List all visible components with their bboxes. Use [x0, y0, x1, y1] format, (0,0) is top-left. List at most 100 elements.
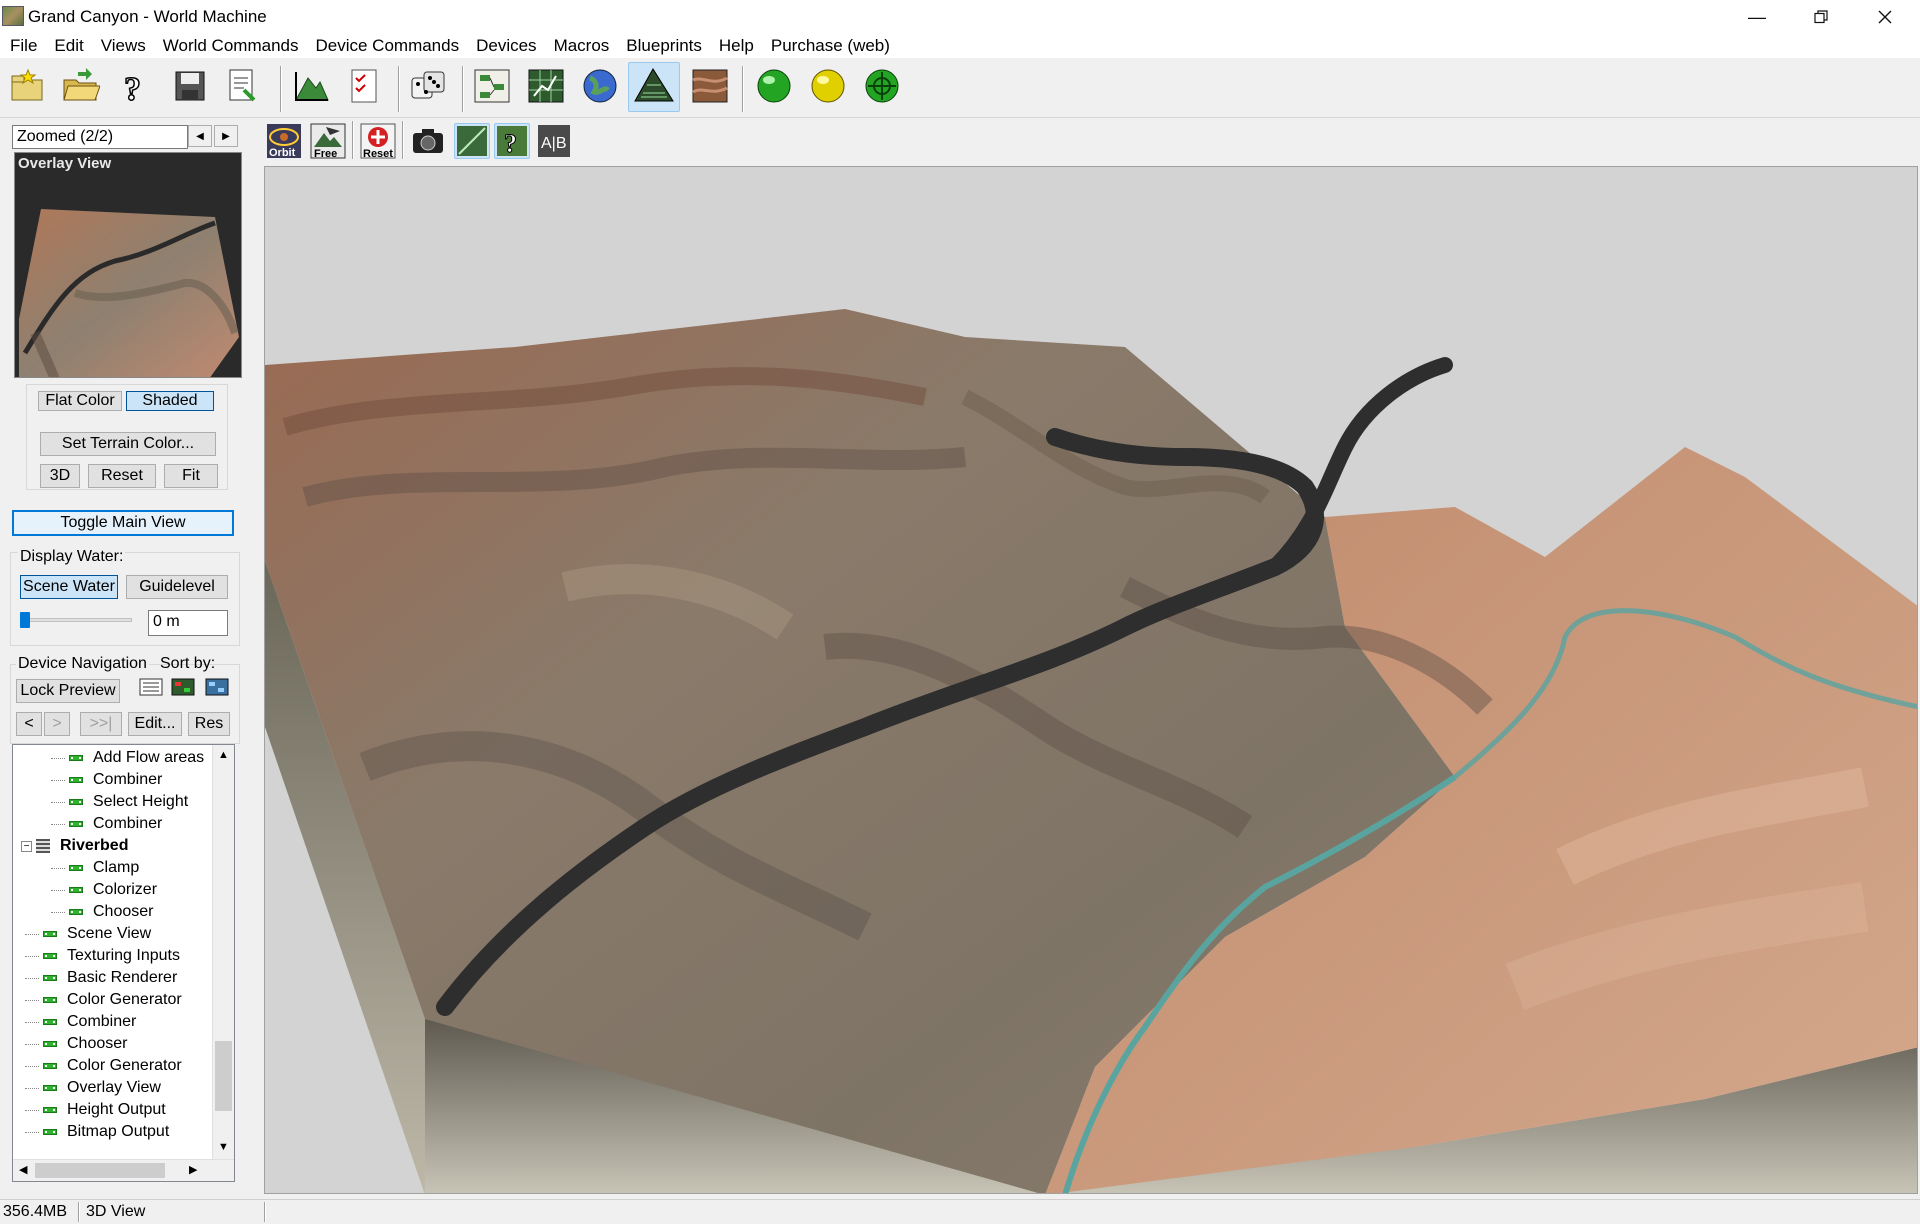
tree-item[interactable]: Scene View — [25, 923, 151, 945]
scroll-down-icon[interactable]: ▼ — [218, 1141, 229, 1153]
fit-button[interactable]: Fit — [164, 464, 218, 488]
globe-icon[interactable] — [580, 66, 620, 106]
menu-edit[interactable]: Edit — [46, 34, 92, 58]
orbit-icon[interactable]: Orbit — [266, 123, 302, 159]
nav-end-button[interactable]: >>| — [80, 712, 122, 736]
next-view-button[interactable]: ▶ — [214, 125, 238, 147]
tree-item[interactable]: Combiner — [51, 769, 162, 791]
tree-item[interactable]: Select Height — [51, 791, 188, 813]
water-level-slider-track[interactable] — [22, 618, 132, 622]
toggle-main-view-button[interactable]: Toggle Main View — [12, 510, 234, 536]
scroll-right-icon[interactable]: ▶ — [189, 1163, 197, 1176]
reset-button[interactable]: Reset — [88, 464, 156, 488]
device-icon — [43, 1085, 57, 1091]
close-button[interactable] — [1854, 0, 1916, 34]
checklist-icon[interactable] — [344, 66, 384, 106]
tree-item[interactable]: Chooser — [51, 901, 153, 923]
tree-item[interactable]: Color Generator — [25, 1055, 182, 1077]
build-green-icon[interactable] — [754, 66, 794, 106]
device-navigation-label: Device Navigation — [16, 655, 149, 673]
nav-forward-button[interactable]: > — [44, 712, 70, 736]
toolbar-separator — [462, 66, 464, 112]
tree-horizontal-scrollbar[interactable]: ◀ ▶ — [13, 1159, 234, 1181]
tree-item[interactable]: Bitmap Output — [25, 1121, 169, 1143]
sort-list-icon[interactable] — [138, 676, 164, 698]
3d-button[interactable]: 3D — [40, 464, 80, 488]
menu-world-commands[interactable]: World Commands — [155, 34, 308, 58]
set-terrain-color-button[interactable]: Set Terrain Color... — [40, 432, 216, 456]
overlay-preview[interactable]: Overlay View — [14, 152, 242, 378]
menu-purchase[interactable]: Purchase (web) — [763, 34, 899, 58]
menu-blueprints[interactable]: Blueprints — [618, 34, 711, 58]
minimize-button[interactable]: — — [1726, 0, 1788, 34]
lock-preview-button[interactable]: Lock Preview — [16, 679, 120, 703]
help-icon[interactable]: ? — [114, 66, 154, 109]
random-seed-icon[interactable] — [408, 66, 448, 106]
overlay-terrain-image — [19, 209, 239, 377]
terrain-build-icon[interactable] — [292, 66, 332, 106]
menu-views[interactable]: Views — [93, 34, 155, 58]
tree-item[interactable]: Basic Renderer — [25, 967, 177, 989]
tree-item[interactable]: Texturing Inputs — [25, 945, 180, 967]
shaded-button[interactable]: Shaded — [126, 391, 214, 411]
3d-view-icon[interactable] — [628, 62, 680, 112]
menu-macros[interactable]: Macros — [546, 34, 619, 58]
nav-back-button[interactable]: < — [16, 712, 42, 736]
tree-item[interactable]: Combiner — [51, 813, 162, 835]
prev-view-button[interactable]: ◀ — [188, 125, 212, 147]
tree-item[interactable]: Combiner — [25, 1011, 136, 1033]
collapse-icon[interactable]: − — [21, 840, 32, 852]
edit-button[interactable]: Edit... — [128, 712, 182, 736]
save-icon[interactable] — [170, 66, 210, 106]
menu-help[interactable]: Help — [711, 34, 763, 58]
build-target-icon[interactable] — [862, 66, 902, 106]
guidelevel-button[interactable]: Guidelevel — [126, 575, 228, 599]
tree-item[interactable]: Overlay View — [25, 1077, 161, 1099]
tree-item[interactable]: Color Generator — [25, 989, 182, 1011]
build-yellow-icon[interactable] — [808, 66, 848, 106]
device-view-icon[interactable] — [526, 66, 566, 106]
sort-type-icon[interactable] — [170, 676, 196, 698]
tree-group-riverbed[interactable]: − Riverbed — [21, 835, 128, 857]
tree-item[interactable]: Chooser — [25, 1033, 127, 1055]
device-icon — [69, 887, 83, 893]
ab-compare-icon[interactable]: A|B — [536, 123, 572, 159]
scroll-left-icon[interactable]: ◀ — [19, 1163, 27, 1176]
flat-color-button[interactable]: Flat Color — [38, 391, 122, 411]
free-camera-icon[interactable]: Free — [310, 123, 346, 160]
menu-device-commands[interactable]: Device Commands — [307, 34, 468, 58]
new-project-icon[interactable] — [8, 66, 48, 106]
toolbar-separator — [398, 66, 400, 112]
layout-view-icon[interactable] — [472, 66, 512, 106]
tree-vertical-scrollbar[interactable]: ▲ ▼ — [212, 745, 234, 1161]
restore-button[interactable] — [1790, 0, 1852, 34]
menu-file[interactable]: File — [2, 34, 46, 58]
device-icon — [43, 975, 57, 981]
wireframe-toggle-icon[interactable] — [454, 123, 490, 159]
sort-group-icon[interactable] — [204, 676, 230, 698]
view-selector[interactable]: Zoomed (2/2) — [12, 125, 188, 149]
res-button[interactable]: Res — [188, 712, 230, 736]
tree-item[interactable]: Colorizer — [51, 879, 157, 901]
tree-item[interactable]: Clamp — [51, 857, 139, 879]
export-icon[interactable] — [222, 66, 262, 106]
camera-icon[interactable] — [410, 123, 446, 159]
view-toolbar: Orbit Free Reset ? A|B — [262, 119, 1920, 163]
help-overlay-icon[interactable]: ? — [494, 123, 530, 159]
device-icon — [69, 755, 83, 761]
texture-view-icon[interactable] — [690, 66, 730, 106]
scene-water-button[interactable]: Scene Water — [20, 575, 118, 599]
tree-hscroll-thumb[interactable] — [35, 1163, 165, 1178]
tree-scroll-thumb[interactable] — [215, 1041, 232, 1111]
reset-camera-icon[interactable]: Reset — [360, 123, 396, 160]
svg-text:Free: Free — [314, 148, 337, 159]
menu-devices[interactable]: Devices — [468, 34, 545, 58]
device-tree[interactable]: Add Flow areas Combiner Select Height Co… — [12, 744, 235, 1182]
open-icon[interactable] — [60, 66, 101, 106]
scroll-up-icon[interactable]: ▲ — [218, 749, 229, 761]
tree-item[interactable]: Add Flow areas — [51, 747, 204, 769]
tree-item[interactable]: Height Output — [25, 1099, 166, 1121]
3d-view-viewport[interactable] — [264, 166, 1918, 1194]
water-level-input[interactable]: 0 m — [148, 610, 228, 636]
water-level-slider-thumb[interactable] — [20, 612, 30, 628]
